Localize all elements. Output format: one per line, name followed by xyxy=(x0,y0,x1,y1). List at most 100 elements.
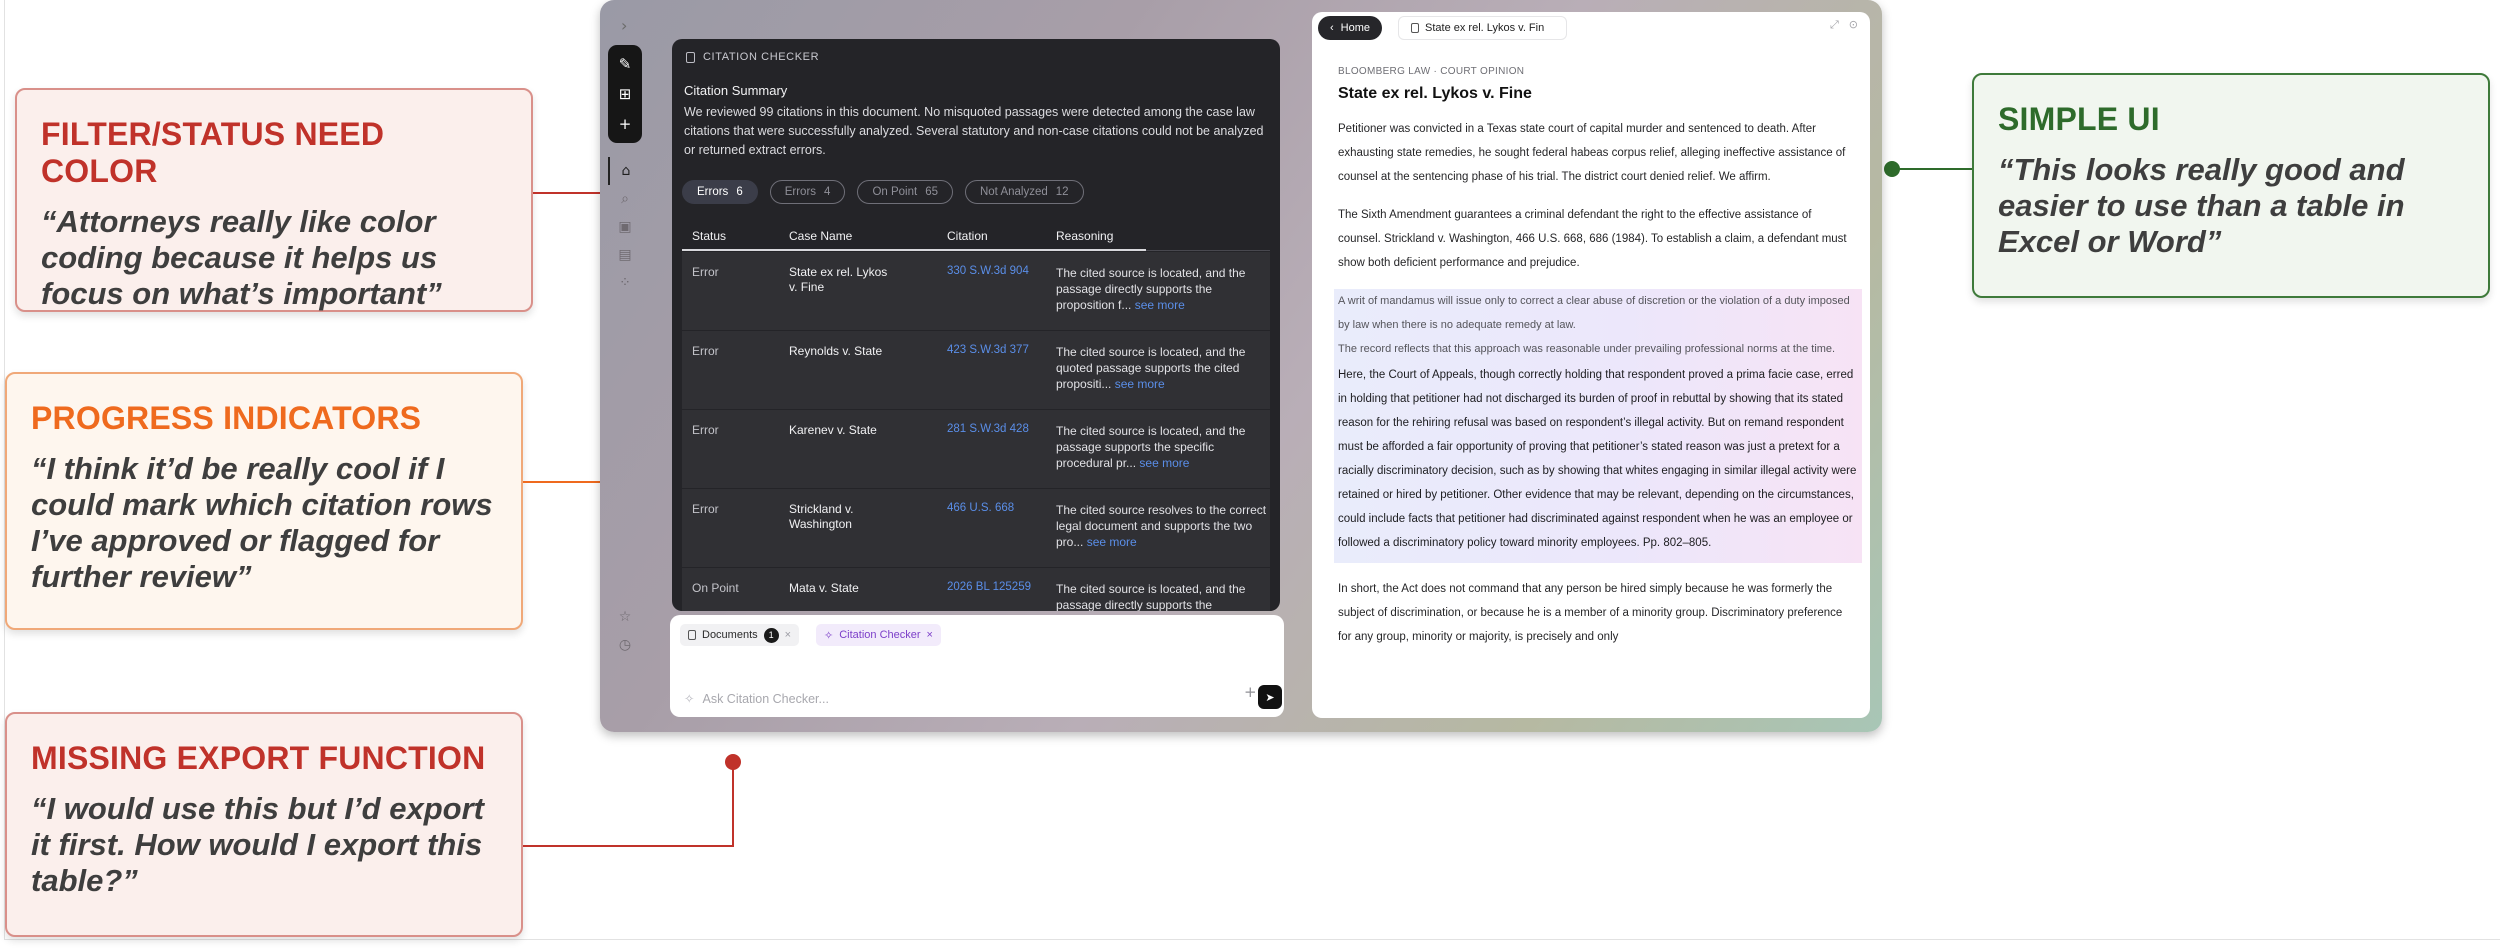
header-underline xyxy=(682,249,1146,251)
row-citation-link[interactable]: 281 S.W.3d 428 xyxy=(947,423,1029,435)
document-title: State ex rel. Lykos v. Fine xyxy=(1338,85,1532,102)
row-case-name: Reynolds v. State xyxy=(789,344,883,358)
filter-label: Errors xyxy=(784,186,817,198)
sidebar-expand-chevron-icon[interactable]: › xyxy=(621,16,627,35)
see-more-link[interactable]: see more xyxy=(1087,535,1137,549)
row-case-name: Karenev v. State xyxy=(789,423,877,437)
document-icon xyxy=(686,51,695,63)
row-citation-link[interactable]: 466 U.S. 668 xyxy=(947,502,1014,514)
column-header-citation[interactable]: Citation xyxy=(947,229,988,243)
filter-pill-errors-primary[interactable]: Errors 6 xyxy=(682,180,758,204)
filter-count: 6 xyxy=(736,186,743,198)
citation-checker-panel: CITATION CHECKER Citation Summary We rev… xyxy=(672,39,1280,611)
column-header-case-name[interactable]: Case Name xyxy=(789,229,852,243)
filter-pill-not-analyzed[interactable]: Not Analyzed 12 xyxy=(964,180,1084,204)
connector-line xyxy=(1895,168,1972,170)
apps-icon[interactable]: ⁘ xyxy=(608,269,642,297)
table-row[interactable]: Error Reynolds v. State 423 S.W.3d 377 T… xyxy=(682,331,1270,410)
panel-title: CITATION CHECKER xyxy=(703,51,820,63)
history-icon[interactable]: ◷ xyxy=(608,631,642,659)
checker-chip-label: Citation Checker xyxy=(839,629,921,641)
see-more-link[interactable]: see more xyxy=(1115,377,1165,391)
settings-icon[interactable]: ⊙ xyxy=(1849,18,1858,32)
see-more-link[interactable]: see more xyxy=(1139,456,1189,470)
row-case-name: State ex rel. Lykos v. Fine xyxy=(789,265,888,294)
send-button[interactable]: ➤ xyxy=(1258,685,1282,709)
library-icon[interactable]: ▤ xyxy=(608,241,642,269)
table-row[interactable]: Error Karenev v. State 281 S.W.3d 428 Th… xyxy=(682,410,1270,489)
star-icon[interactable]: ☆ xyxy=(608,603,642,631)
paragraph: In short, the Act does not command that … xyxy=(1338,583,1843,643)
citation-checker-chip[interactable]: ✧ Citation Checker × xyxy=(816,624,941,646)
annotation-missing-export: MISSING EXPORT FUNCTION “I would use thi… xyxy=(5,712,523,937)
briefcase-icon[interactable]: ▣ xyxy=(608,213,642,241)
row-citation-link[interactable]: 423 S.W.3d 377 xyxy=(947,344,1029,356)
presentation-slide: FILTER/STATUS NEED COLOR “Attorneys real… xyxy=(0,0,2500,948)
sparkle-icon: ✧ xyxy=(824,628,834,642)
filter-pills: Errors 6 Errors 4 On Point 65 Not Analyz… xyxy=(682,180,1084,204)
expand-icon[interactable]: ⤢ xyxy=(1830,18,1839,32)
home-label: Home xyxy=(1340,22,1371,34)
row-citation-link[interactable]: 2026 BL 125259 xyxy=(947,581,1031,593)
chat-placeholder: Ask Citation Checker... xyxy=(702,691,829,706)
filter-label: Errors xyxy=(697,186,729,198)
highlighted-paragraph: Here, the Court of Appeals, though corre… xyxy=(1338,369,1857,549)
paragraph: The Sixth Amendment guarantees a crimina… xyxy=(1338,209,1847,269)
search-icon[interactable]: ⌕ xyxy=(608,185,642,213)
annotation-title: PROGRESS INDICATORS xyxy=(31,400,422,436)
connector-dot xyxy=(725,754,741,770)
add-attachment-icon[interactable]: + xyxy=(1244,683,1257,701)
filter-label: Not Analyzed xyxy=(979,186,1048,198)
document-viewer: ‹ Home State ex rel. Lykos v. Fin ⤢ ⊙ BL… xyxy=(1312,12,1870,718)
row-reasoning: The cited source is located, and the pas… xyxy=(1056,582,1246,611)
slide-bottom-border xyxy=(4,939,2500,940)
annotation-filter-status: FILTER/STATUS NEED COLOR “Attorneys real… xyxy=(15,88,533,312)
connector-dot xyxy=(1884,161,1900,177)
see-more-link[interactable]: see more xyxy=(1135,298,1185,312)
row-reasoning: The cited source is located, and the pas… xyxy=(1056,423,1268,471)
citation-table-body: Error State ex rel. Lykos v. Fine 330 S.… xyxy=(682,252,1270,611)
row-status: Error xyxy=(692,423,719,437)
document-tab[interactable]: State ex rel. Lykos v. Fin xyxy=(1398,16,1568,40)
app-window: › ✎ ⊞ + ⌂ ⌕ ▣ ▤ ⁘ ☆ ◷ CITATION CHECKER C… xyxy=(600,0,1882,732)
row-citation-link[interactable]: 330 S.W.3d 904 xyxy=(947,265,1029,277)
filter-label: On Point xyxy=(872,186,918,198)
column-header-reasoning[interactable]: Reasoning xyxy=(1056,229,1113,243)
grid-icon[interactable]: ⊞ xyxy=(608,79,642,109)
summary-text: We reviewed 99 citations in this documen… xyxy=(684,105,1264,157)
panel-header: CITATION CHECKER xyxy=(686,51,819,63)
table-row[interactable]: On Point Mata v. State 2026 BL 125259 Th… xyxy=(682,568,1270,611)
remove-chip-icon[interactable]: × xyxy=(785,629,791,641)
documents-count-badge: 1 xyxy=(763,627,779,643)
paragraph: Petitioner was convicted in a Texas stat… xyxy=(1338,123,1846,183)
plus-icon[interactable]: + xyxy=(608,109,642,139)
filter-pill-on-point[interactable]: On Point 65 xyxy=(857,180,953,204)
highlighted-passage[interactable]: A writ of mandamus will issue only to co… xyxy=(1334,289,1862,563)
new-chat-icon[interactable]: ✎ xyxy=(608,49,642,79)
annotation-simple-ui: SIMPLE UI “This looks really good and ea… xyxy=(1972,73,2490,298)
document-icon xyxy=(688,630,696,640)
documents-chip[interactable]: Documents 1 × xyxy=(680,624,800,646)
annotation-title: FILTER/STATUS NEED COLOR xyxy=(41,116,385,189)
home-icon[interactable]: ⌂ xyxy=(608,157,642,185)
chat-input[interactable]: ✧ Ask Citation Checker... xyxy=(684,691,829,706)
table-header: Status Case Name Citation Reasoning xyxy=(682,221,1270,251)
document-tab-title: State ex rel. Lykos v. Fin xyxy=(1425,22,1545,34)
connector-line xyxy=(523,845,734,847)
table-row[interactable]: Error State ex rel. Lykos v. Fine 330 S.… xyxy=(682,252,1270,331)
document-toolbar: ⤢ ⊙ xyxy=(1830,18,1858,32)
annotation-quote: “Attorneys really like color coding beca… xyxy=(41,204,442,311)
row-reasoning: The cited source resolves to the correct… xyxy=(1056,502,1268,550)
annotation-title: MISSING EXPORT FUNCTION xyxy=(31,740,486,776)
row-status: Error xyxy=(692,502,719,516)
row-reasoning: The cited source is located, and the pas… xyxy=(1056,265,1268,313)
filter-pill-errors[interactable]: Errors 4 xyxy=(769,180,846,204)
column-header-status[interactable]: Status xyxy=(692,229,726,243)
annotation-quote: “This looks really good and easier to us… xyxy=(1998,152,2405,259)
remove-chip-icon[interactable]: × xyxy=(927,629,933,641)
home-button[interactable]: ‹ Home xyxy=(1318,16,1383,40)
row-status: Error xyxy=(692,265,719,279)
row-reasoning: The cited source is located, and the quo… xyxy=(1056,344,1268,392)
table-row[interactable]: Error Strickland v. Washington 466 U.S. … xyxy=(682,489,1270,568)
annotation-quote: “I would use this but I’d export it firs… xyxy=(31,791,484,898)
